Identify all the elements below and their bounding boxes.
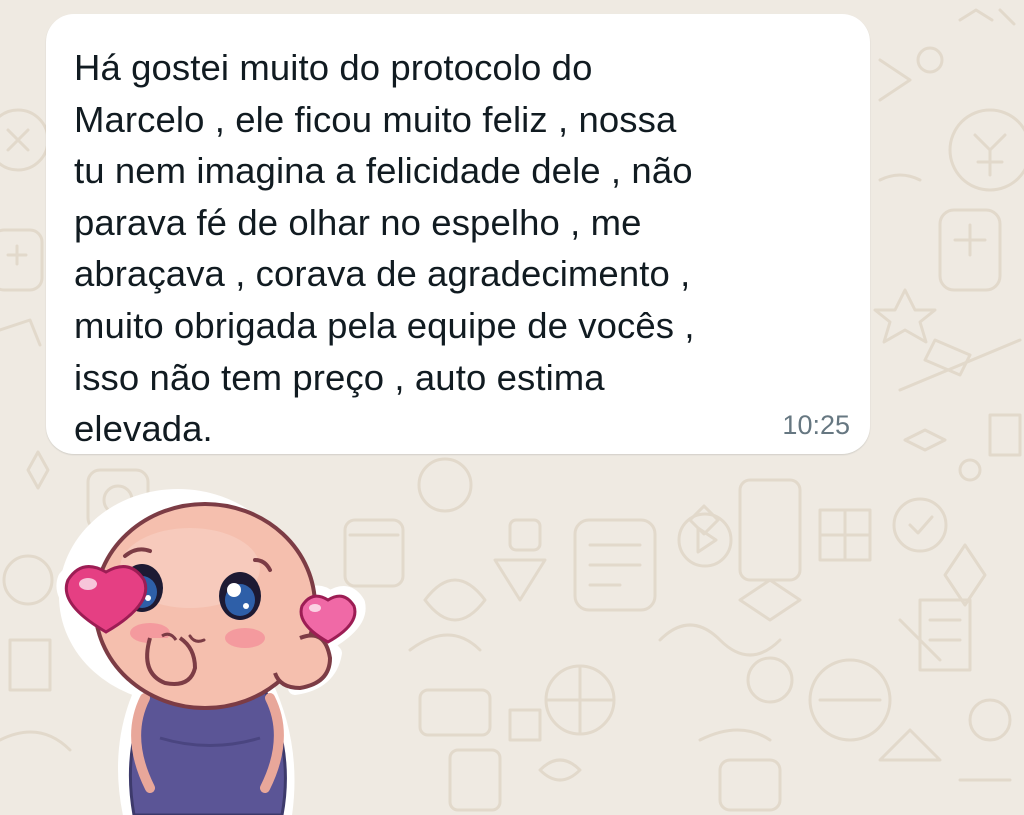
message-text: Há gostei muito do protocolo do Marcelo …: [74, 47, 695, 450]
message-timestamp: 10:25: [782, 410, 850, 440]
chat-area[interactable]: Há gostei muito do protocolo do Marcelo …: [0, 0, 1024, 815]
love-heart-eyes-sticker[interactable]: [50, 488, 370, 815]
incoming-message-bubble[interactable]: Há gostei muito do protocolo do Marcelo …: [46, 14, 870, 454]
